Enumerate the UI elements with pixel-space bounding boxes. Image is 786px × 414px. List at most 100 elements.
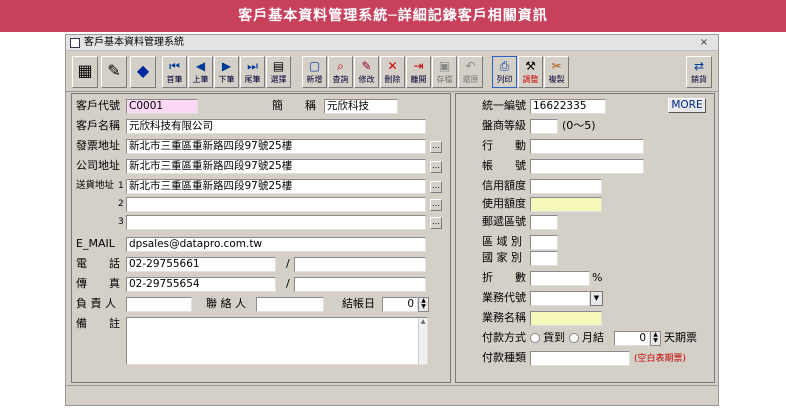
- country-label: 國 家 別: [482, 251, 522, 264]
- fax2-field[interactable]: [294, 277, 426, 292]
- customer-name-label: 客戶名稱: [76, 119, 120, 132]
- first-record-button[interactable]: ⏮ 首筆: [162, 56, 187, 88]
- fax-field[interactable]: 02-29755654: [126, 277, 276, 292]
- phone2-field[interactable]: [294, 257, 426, 272]
- country-field[interactable]: [530, 251, 558, 266]
- delivery-address-3-field[interactable]: [126, 215, 426, 230]
- edit-button[interactable]: ✎ 修改: [354, 56, 379, 88]
- closing-day-spinner[interactable]: ▲ ▼: [418, 297, 429, 312]
- closing-day-field[interactable]: 0: [382, 297, 418, 312]
- copy-button[interactable]: ✂ 複製: [544, 56, 569, 88]
- toolbar: ▦ ✎ ◆ ⏮ 首筆 ◀ 上筆 ▶ 下筆 ⏭ 尾筆 ▤ 選擇 ▢ 新增 ⌕ 查詢 ✎ 修改 ✕ 刪…: [66, 52, 718, 92]
- industry-field[interactable]: [530, 139, 644, 154]
- short-name-field[interactable]: 元欣科技: [324, 99, 398, 114]
- app-icon: [70, 38, 80, 48]
- discount-label: 折 數: [482, 271, 526, 284]
- sales-code-label: 業務代號: [482, 291, 526, 304]
- sales-icon: ⇄: [693, 59, 705, 73]
- closing-day-label: 結帳日: [342, 297, 375, 310]
- save-button[interactable]: ▣ 存檔: [432, 56, 457, 88]
- customer-code-field[interactable]: C0001: [126, 99, 198, 114]
- customer-name-field[interactable]: 元欣科技有限公司: [126, 119, 426, 134]
- next-icon: ▶: [221, 59, 232, 73]
- dealer-level-field[interactable]: [530, 119, 558, 134]
- pay-type-field[interactable]: [530, 351, 630, 366]
- used-credit-field[interactable]: [530, 197, 602, 212]
- delivery-address-2-field[interactable]: [126, 197, 426, 212]
- account-label: 帳 號: [482, 159, 526, 172]
- email-field[interactable]: dpsales@datapro.com.tw: [126, 237, 426, 252]
- company-address-label: 公司地址: [76, 159, 120, 172]
- region-field[interactable]: [530, 235, 558, 250]
- restore-button[interactable]: ↶ 還原: [458, 56, 483, 88]
- pay-days-field[interactable]: 0: [614, 331, 650, 346]
- close-icon[interactable]: ×: [698, 37, 710, 49]
- window-titlebar: 客戶基本資料管理系統 ×: [66, 35, 718, 51]
- company-address-field[interactable]: 新北市三重區重新路四段97號25樓: [126, 159, 426, 174]
- adjust-button[interactable]: ⚒ 調整: [518, 56, 543, 88]
- delivery-index-3: 3: [118, 217, 124, 227]
- customer-code-label: 客戶代號: [76, 99, 120, 112]
- phone-separator: /: [286, 257, 290, 270]
- discount-field[interactable]: [530, 271, 590, 286]
- book-button[interactable]: ◆: [130, 56, 156, 88]
- notepad-icon: ✎: [107, 61, 121, 80]
- prev-record-button[interactable]: ◀ 上筆: [188, 56, 213, 88]
- pay-cod-radio[interactable]: [530, 333, 540, 343]
- owner-label: 負 責 人: [76, 297, 116, 310]
- chevron-down-icon[interactable]: ▼: [590, 291, 603, 306]
- delivery-address-3-lookup-button[interactable]: …: [430, 217, 442, 229]
- add-button[interactable]: ▢ 新增: [302, 56, 327, 88]
- notepad-button[interactable]: ✎: [101, 56, 127, 88]
- company-address-lookup-button[interactable]: …: [430, 161, 442, 173]
- next-record-button[interactable]: ▶ 下筆: [214, 56, 239, 88]
- days-suffix: 天期票: [664, 331, 697, 344]
- pay-days-spinner[interactable]: ▲ ▼: [650, 331, 661, 346]
- used-credit-label: 使用額度: [482, 197, 526, 210]
- note-field[interactable]: [126, 317, 428, 365]
- delivery-index-2: 2: [118, 199, 124, 209]
- more-button[interactable]: MORE: [668, 98, 706, 113]
- credit-limit-field[interactable]: [530, 179, 602, 194]
- status-bar: [66, 385, 718, 405]
- exit-icon: ⇥: [413, 59, 424, 73]
- invoice-address-field[interactable]: 新北市三重區重新路四段97號25樓: [126, 139, 426, 154]
- phone-field[interactable]: 02-29755661: [126, 257, 276, 272]
- invoice-address-label: 發票地址: [76, 139, 120, 152]
- note-scrollbar[interactable]: ▲: [418, 318, 427, 364]
- fax-label: 傳 真: [76, 277, 120, 290]
- sales-code-select[interactable]: [530, 291, 590, 306]
- pay-monthly-radio[interactable]: [569, 333, 579, 343]
- sales-button[interactable]: ⇄ 銷貨: [686, 56, 712, 88]
- copy-icon: ✂: [551, 59, 562, 73]
- delivery-address-2-lookup-button[interactable]: …: [430, 199, 442, 211]
- dealer-level-label: 盤商等級: [482, 119, 526, 132]
- delete-button[interactable]: ✕ 刪除: [380, 56, 405, 88]
- first-icon: ⏮: [169, 59, 180, 73]
- pay-type-hint: (空白表期票): [634, 354, 687, 364]
- delivery-address-1-field[interactable]: 新北市三重區重新路四段97號25樓: [126, 179, 426, 194]
- prev-icon: ◀: [195, 59, 206, 73]
- percent-sign: %: [592, 271, 603, 284]
- short-name-label: 簡 稱: [272, 99, 316, 112]
- delivery-address-label: 送貨地址: [76, 180, 115, 191]
- calculator-button[interactable]: ▦: [72, 56, 98, 88]
- new-doc-icon: ▢: [308, 59, 321, 73]
- sales-name-field[interactable]: [530, 311, 602, 326]
- print-button[interactable]: ⎙ 列印: [492, 56, 517, 88]
- tax-id-field[interactable]: 16622335: [530, 99, 606, 114]
- pay-cod-label: 貨到: [543, 331, 565, 344]
- zip-field[interactable]: [530, 215, 558, 230]
- delivery-address-1-lookup-button[interactable]: …: [430, 181, 442, 193]
- owner-field[interactable]: [126, 297, 192, 312]
- account-field[interactable]: [530, 159, 644, 174]
- query-button[interactable]: ⌕ 查詢: [328, 56, 353, 88]
- contact-field[interactable]: [256, 297, 324, 312]
- invoice-address-lookup-button[interactable]: …: [430, 141, 442, 153]
- exit-button[interactable]: ⇥ 離開: [406, 56, 431, 88]
- query-icon: ⌕: [337, 59, 344, 73]
- select-record-button[interactable]: ▤ 選擇: [266, 56, 291, 88]
- last-record-button[interactable]: ⏭ 尾筆: [240, 56, 265, 88]
- pay-method-label: 付款方式: [482, 331, 526, 344]
- app-window: 客戶基本資料管理系統 × ▦ ✎ ◆ ⏮ 首筆 ◀ 上筆 ▶ 下筆 ⏭ 尾筆 ▤ 選擇 ▢…: [65, 34, 719, 406]
